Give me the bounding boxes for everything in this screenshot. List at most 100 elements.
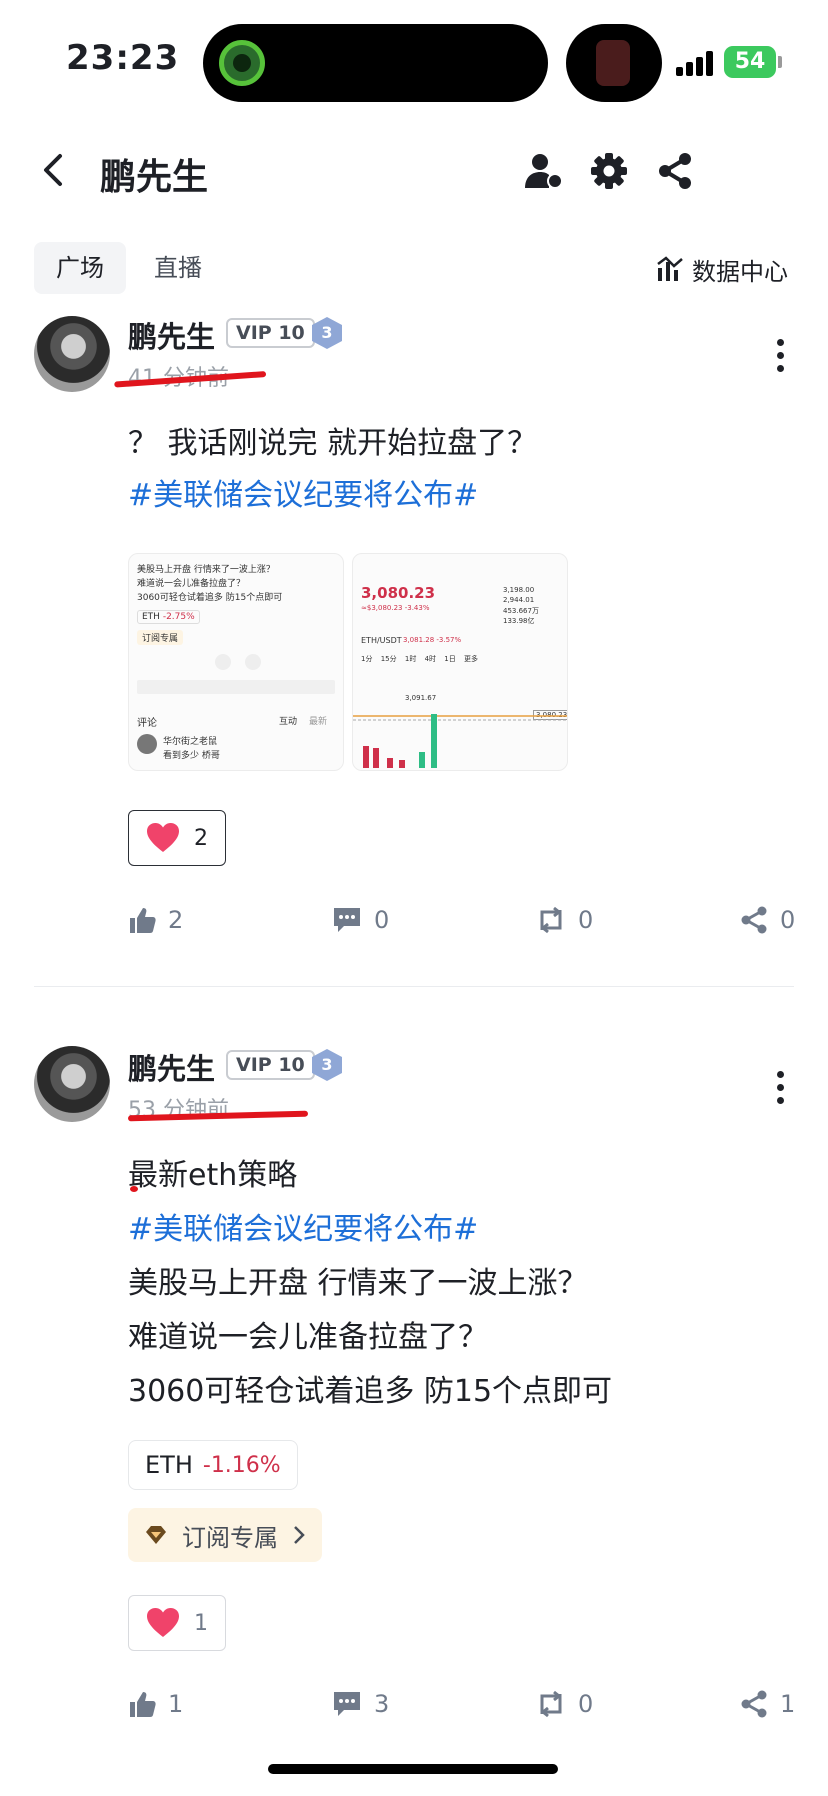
- app-activity-icon: [219, 40, 265, 86]
- thumb-price: 3,080.23: [361, 584, 436, 602]
- share-icon[interactable]: [654, 150, 696, 192]
- thumb-pair-info: 3,081.28 -3.57%: [403, 636, 462, 644]
- thumbs-up-icon: [130, 1692, 156, 1717]
- thumb-comments-label: 评论: [137, 718, 157, 729]
- data-center-label: 数据中心: [692, 257, 788, 286]
- reaction-count: 2: [194, 825, 208, 851]
- thumb-chip: ETH -2.75%: [137, 610, 200, 624]
- repost-button[interactable]: 0: [536, 902, 593, 938]
- thumb-tab: 互动: [279, 717, 298, 727]
- reaction-heart-button[interactable]: 1: [128, 1595, 226, 1651]
- subscription-label: 订阅专属: [182, 1523, 278, 1552]
- gear-icon[interactable]: [588, 150, 630, 192]
- thumb-interval: 1时: [404, 655, 417, 663]
- image-thumbnail-post[interactable]: 美股马上开盘 行情来了一波上涨？ 难道说一会儿准备拉盘了？ 3060可轻仓试着追…: [128, 553, 344, 771]
- post-text-line: ？ 我话刚说完 就开始拉盘了？: [128, 426, 538, 461]
- thumb-interval: 4时: [424, 655, 437, 663]
- hashtag-link[interactable]: #美联储会议纪要将公布#: [128, 1204, 478, 1248]
- share-icon: [741, 1690, 767, 1718]
- author-avatar[interactable]: [34, 1046, 110, 1122]
- battery-level: 54: [724, 46, 776, 78]
- share-post-button[interactable]: 1: [740, 1686, 795, 1722]
- thumbs-up-icon: [130, 908, 156, 933]
- author-name[interactable]: 鹏先生: [128, 1046, 215, 1088]
- ticker-symbol: ETH: [145, 1451, 193, 1479]
- home-indicator[interactable]: [268, 1764, 558, 1774]
- chart-bars-icon: [657, 256, 683, 281]
- dynamic-island: [203, 24, 548, 102]
- thumb-tab: 最新: [309, 717, 328, 727]
- thumb-interval: 1日: [444, 655, 456, 663]
- ticker-chip[interactable]: ETH -1.16%: [128, 1440, 298, 1490]
- repost-icon: [540, 1690, 562, 1718]
- thumb-stat: 2,944.01: [503, 596, 535, 604]
- chevron-right-icon: [294, 1526, 305, 1544]
- comment-button[interactable]: 0: [332, 902, 389, 938]
- heart-icon: [147, 823, 179, 852]
- thumb-text: 美股马上开盘 行情来了一波上涨？: [137, 565, 275, 575]
- like-count: 1: [168, 1690, 184, 1718]
- thumb-stat: 453.667万: [503, 607, 539, 615]
- page-title: 鹏先生: [100, 157, 209, 198]
- thumb-candles: [353, 714, 567, 768]
- post-text-line: 最新eth策略: [128, 1158, 298, 1193]
- camera-pill: [566, 24, 662, 102]
- thumb-link-icon: [245, 654, 261, 670]
- more-options-icon[interactable]: [774, 1071, 786, 1111]
- data-center-link[interactable]: 数据中心: [656, 252, 788, 286]
- ticker-change: -1.16%: [202, 1452, 281, 1478]
- level-badge: 3: [312, 317, 342, 349]
- comment-count: 3: [374, 1690, 390, 1718]
- like-button[interactable]: 2: [128, 902, 183, 938]
- repost-count: 0: [578, 1690, 594, 1718]
- user-settings-icon[interactable]: [522, 150, 564, 192]
- post-divider: [34, 986, 794, 987]
- hashtag-link[interactable]: #美联储会议纪要将公布#: [128, 470, 478, 514]
- thumb-price-sub: ≈$3,080.23 -3.43%: [361, 604, 430, 612]
- thumb-stat: 3,198.00: [503, 586, 535, 594]
- post-text-line: 3060可轻仓试着追多 防15个点即可: [128, 1374, 613, 1409]
- comment-button[interactable]: 3: [332, 1686, 389, 1722]
- back-arrow-icon[interactable]: [38, 150, 68, 190]
- post-text-line: 难道说一会儿准备拉盘了？: [128, 1320, 488, 1355]
- thumb-send-icon: [215, 654, 231, 670]
- tab-square[interactable]: 广场: [34, 242, 126, 294]
- thumb-stat: 133.98亿: [503, 617, 535, 625]
- image-thumbnail-chart[interactable]: 3,080.23 ≈$3,080.23 -3.43% 3,198.00 2,94…: [352, 553, 568, 771]
- red-dot-annotation: [130, 1186, 138, 1192]
- thumb-text: 难道说一会儿准备拉盘了？: [137, 579, 246, 589]
- thumb-interval: 1分: [361, 655, 373, 663]
- comment-count: 0: [374, 906, 390, 934]
- diamond-icon: [146, 1526, 166, 1544]
- share-count: 1: [780, 1690, 796, 1718]
- like-button[interactable]: 1: [128, 1686, 183, 1722]
- share-post-button[interactable]: 0: [740, 902, 795, 938]
- tab-live[interactable]: 直播: [154, 242, 202, 294]
- cellular-signal-icon: [676, 50, 716, 76]
- thumb-commenter-avatar: [137, 734, 157, 754]
- subscription-exclusive-button[interactable]: 订阅专属: [128, 1508, 322, 1562]
- thumb-interval: 15分: [380, 655, 397, 663]
- author-avatar[interactable]: [34, 316, 110, 392]
- share-icon: [741, 906, 767, 934]
- comment-icon: [334, 908, 360, 932]
- repost-icon: [540, 906, 562, 934]
- repost-button[interactable]: 0: [536, 1686, 593, 1722]
- thumb-chip-change: -2.75%: [162, 612, 195, 622]
- more-options-icon[interactable]: [774, 339, 786, 379]
- thumb-interval: 更多: [463, 655, 478, 663]
- thumb-pair: ETH/USDT: [361, 636, 402, 645]
- thumb-chip-symbol: ETH: [142, 612, 160, 622]
- battery-tip-icon: [778, 56, 782, 68]
- thumb-intervals: 1分 15分 1时 4时 1日 更多: [361, 654, 478, 664]
- thumb-comment: 看到多少 桥哥: [163, 751, 220, 761]
- comment-icon: [334, 1692, 360, 1716]
- media-thumbnail-icon: [596, 40, 630, 86]
- reaction-count: 1: [194, 1610, 208, 1636]
- vip-badge: VIP 10: [226, 1050, 315, 1080]
- heart-icon: [147, 1608, 179, 1637]
- author-name[interactable]: 鹏先生: [128, 314, 215, 356]
- like-count: 2: [168, 906, 184, 934]
- thumb-commenter: 华尔街之老鼠: [163, 737, 218, 747]
- reaction-heart-button[interactable]: 2: [128, 810, 226, 866]
